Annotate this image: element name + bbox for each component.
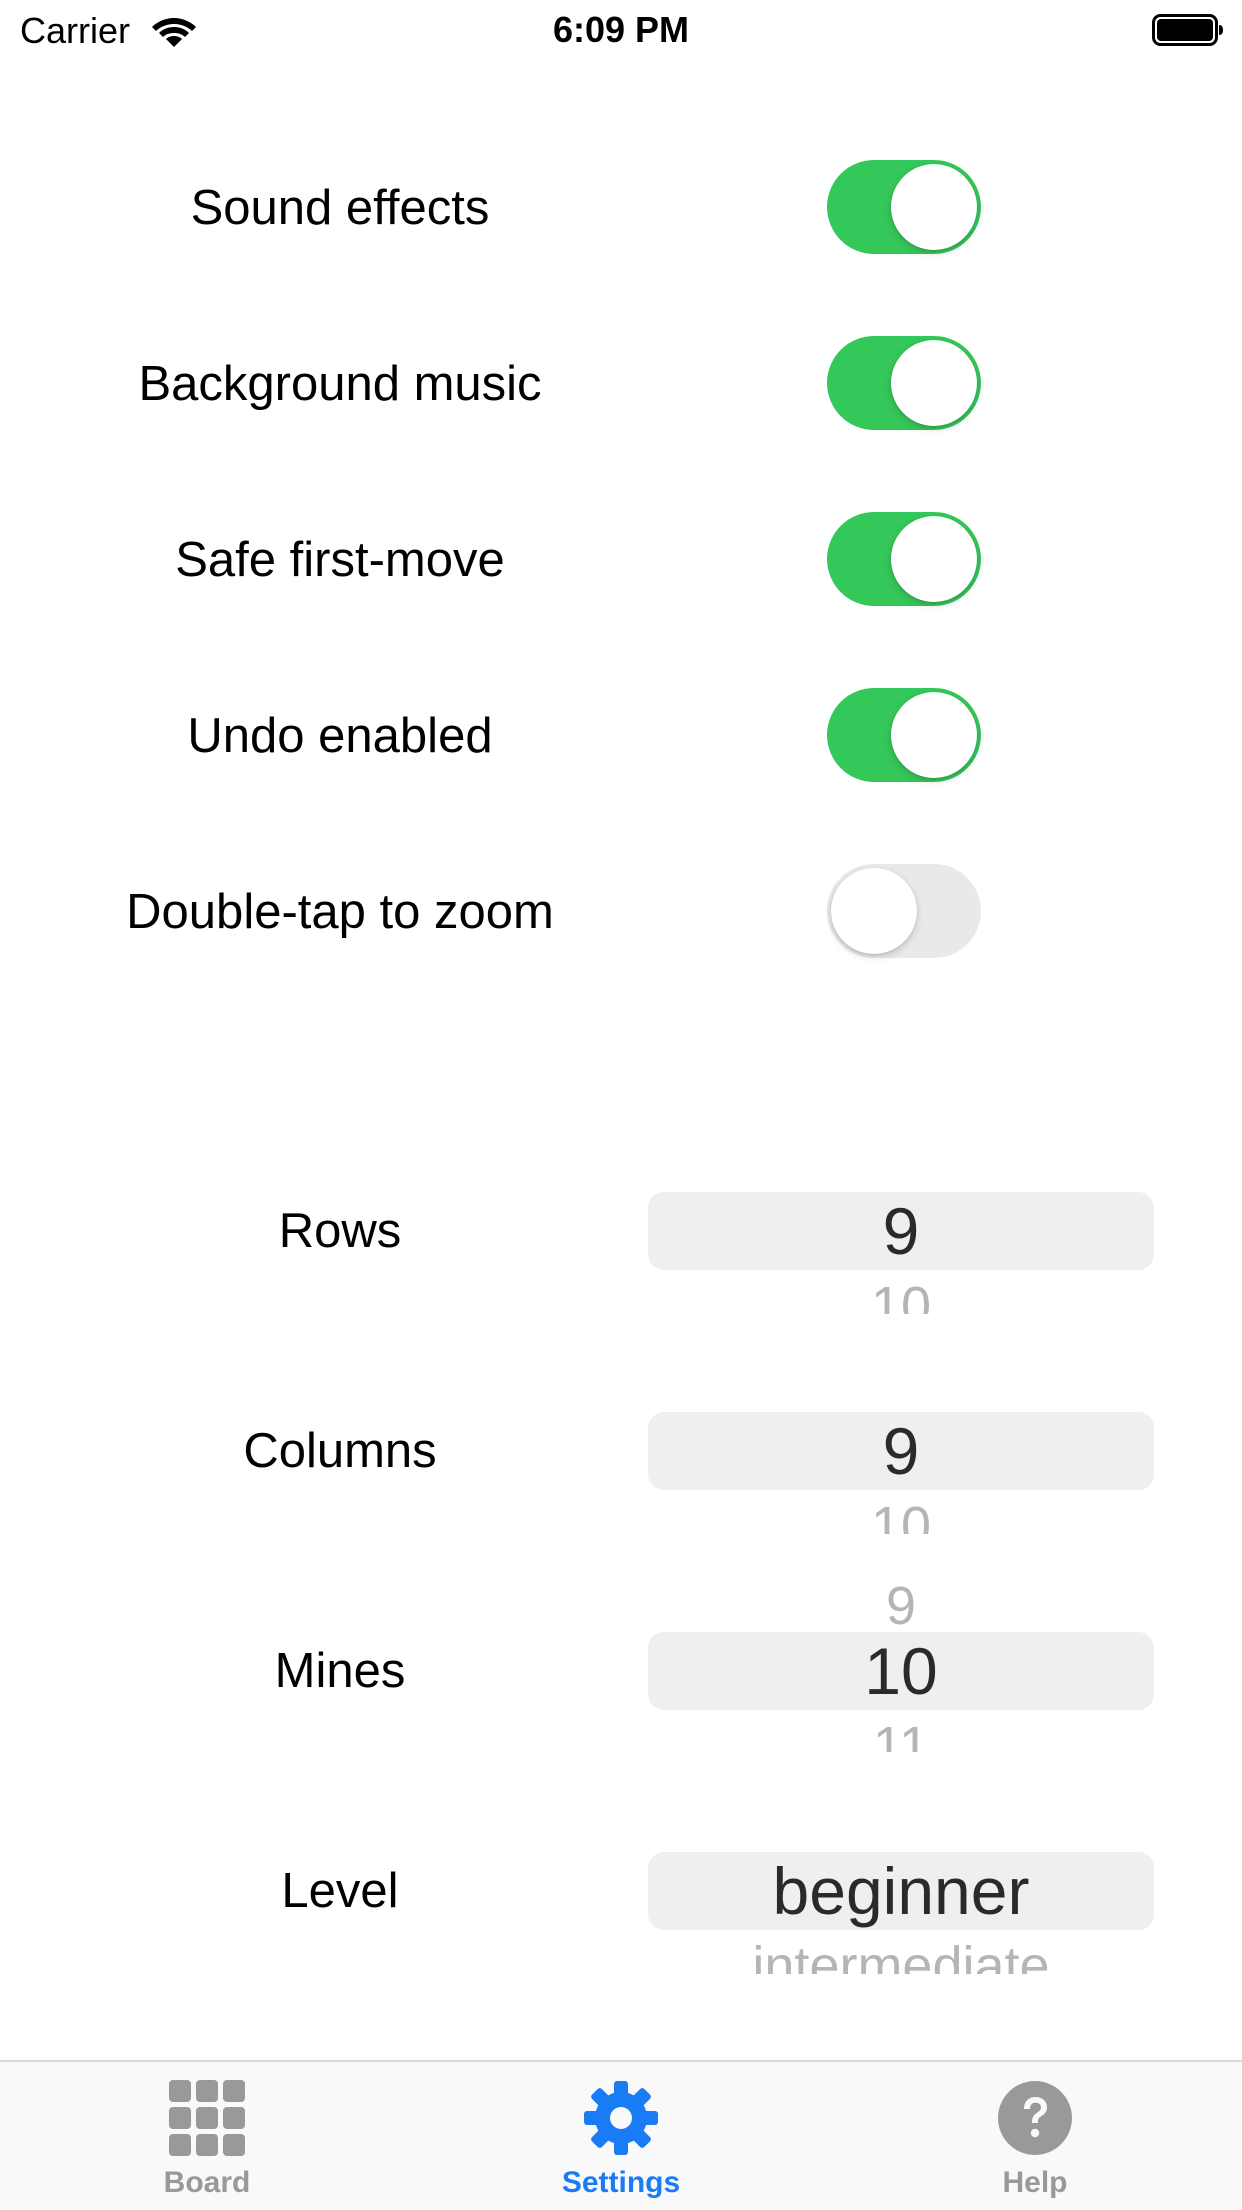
rows-selected-value[interactable]: 9 bbox=[648, 1192, 1154, 1270]
mines-next-value[interactable]: 11 bbox=[648, 1716, 1154, 1752]
double-tap-zoom-label: Double-tap to zoom bbox=[126, 885, 554, 939]
switch-knob bbox=[831, 868, 917, 954]
toggle-row-double-tap-zoom: Double-tap to zoom bbox=[0, 862, 1242, 962]
help-icon bbox=[998, 2081, 1072, 2155]
mines-label: Mines bbox=[274, 1644, 406, 1698]
undo-enabled-switch[interactable] bbox=[827, 688, 981, 782]
level-selected-value[interactable]: beginner bbox=[648, 1852, 1154, 1930]
switch-knob bbox=[891, 340, 977, 426]
tab-help[interactable]: Help bbox=[828, 2062, 1242, 2210]
tab-board[interactable]: Board bbox=[0, 2062, 414, 2210]
switch-knob bbox=[891, 516, 977, 602]
grid-icon bbox=[169, 2080, 245, 2156]
gear-icon bbox=[584, 2081, 658, 2155]
tab-settings-label: Settings bbox=[561, 2166, 681, 2199]
undo-enabled-label: Undo enabled bbox=[187, 709, 493, 763]
status-time: 6:09 PM bbox=[552, 9, 690, 50]
columns-picker[interactable]: 9 10 bbox=[648, 1412, 1154, 1534]
mines-picker[interactable]: 9 10 11 bbox=[648, 1576, 1154, 1752]
sound-effects-label: Sound effects bbox=[190, 181, 490, 235]
toggle-row-undo-enabled: Undo enabled bbox=[0, 686, 1242, 786]
mines-selected-value[interactable]: 10 bbox=[648, 1632, 1154, 1710]
rows-next-value[interactable]: 10 bbox=[648, 1276, 1154, 1314]
columns-label: Columns bbox=[243, 1424, 437, 1478]
columns-next-value[interactable]: 10 bbox=[648, 1496, 1154, 1534]
battery-icon bbox=[1152, 14, 1223, 46]
toggle-row-background-music: Background music bbox=[0, 334, 1242, 434]
tab-settings[interactable]: Settings bbox=[414, 2062, 828, 2210]
safe-first-move-switch[interactable] bbox=[827, 512, 981, 606]
tab-board-label: Board bbox=[163, 2166, 251, 2199]
status-bar: Carrier 6:09 PM bbox=[0, 0, 1242, 60]
sound-effects-switch[interactable] bbox=[827, 160, 981, 254]
switch-knob bbox=[891, 692, 977, 778]
background-music-label: Background music bbox=[138, 357, 542, 411]
columns-selected-value[interactable]: 9 bbox=[648, 1412, 1154, 1490]
level-picker[interactable]: beginner intermediate bbox=[648, 1852, 1154, 1974]
rows-picker[interactable]: 9 10 bbox=[648, 1192, 1154, 1314]
tab-help-label: Help bbox=[1002, 2166, 1068, 2199]
toggle-row-safe-first-move: Safe first-move bbox=[0, 510, 1242, 610]
toggle-row-sound-effects: Sound effects bbox=[0, 158, 1242, 258]
double-tap-zoom-switch[interactable] bbox=[827, 864, 981, 958]
level-next-value[interactable]: intermediate bbox=[648, 1936, 1154, 1974]
switch-knob bbox=[891, 164, 977, 250]
safe-first-move-label: Safe first-move bbox=[175, 533, 505, 587]
mines-previous-value[interactable]: 9 bbox=[648, 1576, 1154, 1636]
level-label: Level bbox=[281, 1864, 399, 1918]
background-music-switch[interactable] bbox=[827, 336, 981, 430]
rows-label: Rows bbox=[278, 1204, 402, 1258]
tab-bar: Board Settings Help bbox=[0, 2060, 1242, 2210]
